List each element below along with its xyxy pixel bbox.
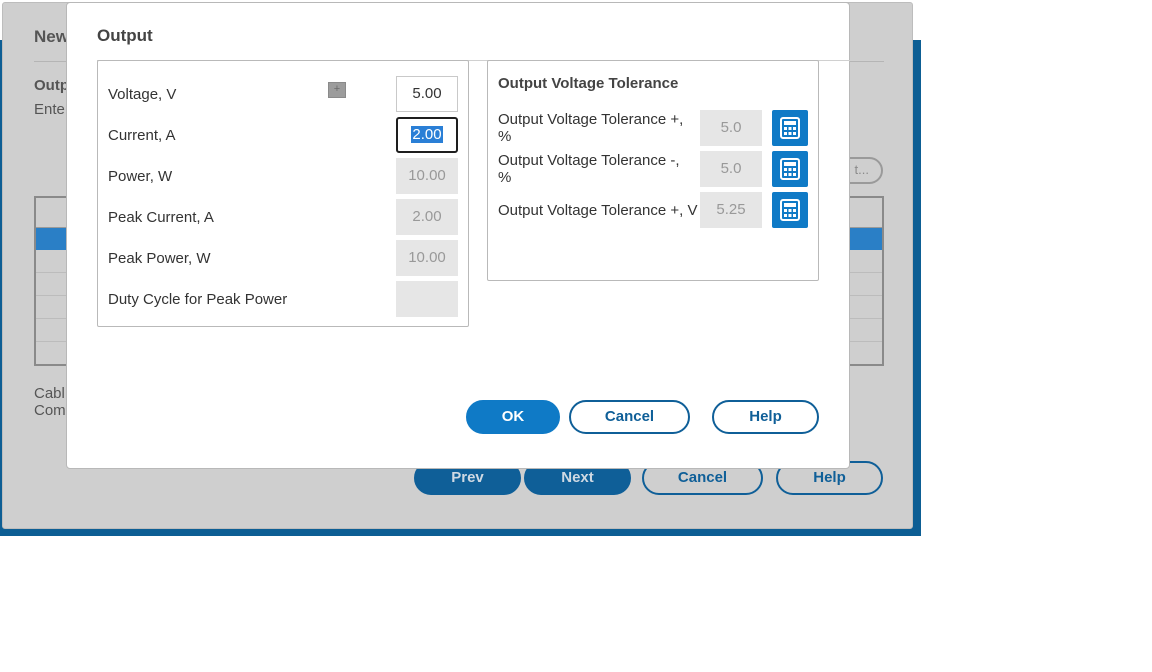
tolerance-panel-title: Output Voltage Tolerance (498, 75, 679, 92)
cancel-button[interactable]: Cancel (569, 400, 690, 434)
calculator-button[interactable] (772, 192, 808, 228)
tolerance-plus-volts-label: Output Voltage Tolerance +, V (498, 202, 698, 219)
help-button[interactable]: Help (712, 400, 819, 434)
calculator-icon (780, 117, 800, 139)
ok-button[interactable]: OK (466, 400, 560, 434)
calculator-icon (780, 199, 800, 221)
voltage-mini-button[interactable]: + (328, 82, 346, 98)
peak-current-field: 2.00 (396, 199, 458, 235)
calculator-icon (780, 158, 800, 180)
tolerance-minus-percent-field: 5.0 (700, 151, 762, 187)
wizard-description: Ente (34, 101, 65, 118)
label-line: % (498, 169, 512, 186)
label-line: Output Voltage Tolerance -, (498, 152, 680, 169)
label-line: Output Voltage Tolerance +, (498, 111, 684, 128)
tolerance-plus-percent-label: Output Voltage Tolerance +, % (498, 111, 683, 145)
voltage-input[interactable]: 5.00 (396, 76, 458, 112)
voltage-tolerance-panel: Output Voltage Tolerance Output Voltage … (487, 60, 819, 281)
peak-power-field: 10.00 (396, 240, 458, 276)
duty-cycle-field (396, 281, 458, 317)
power-field: 10.00 (396, 158, 458, 194)
tolerance-minus-percent-label: Output Voltage Tolerance -, % (498, 152, 680, 186)
calculator-button[interactable] (772, 110, 808, 146)
label-line: % (498, 128, 512, 145)
tolerance-plus-volts-field: 5.25 (700, 192, 762, 228)
calculator-button[interactable] (772, 151, 808, 187)
output-values-panel: Voltage, V + 5.00 Current, A 2.00 Power,… (97, 60, 469, 327)
wizard-section-heading: Outp (34, 77, 69, 94)
output-dialog: Output Voltage, V + 5.00 Current, A 2.00… (66, 2, 883, 469)
power-label: Power, W (108, 168, 173, 185)
peak-power-label: Peak Power, W (108, 250, 211, 267)
peak-current-label: Peak Current, A (108, 209, 214, 226)
wizard-title: New (34, 27, 69, 46)
voltage-label: Voltage, V (108, 86, 177, 103)
current-input[interactable]: 2.00 (396, 117, 458, 153)
tolerance-plus-percent-field: 5.0 (700, 110, 762, 146)
current-label: Current, A (108, 127, 176, 144)
current-input-selected-text: 2.00 (411, 126, 443, 143)
dialog-title: Output (97, 26, 153, 45)
duty-cycle-label: Duty Cycle for Peak Power (108, 291, 288, 308)
